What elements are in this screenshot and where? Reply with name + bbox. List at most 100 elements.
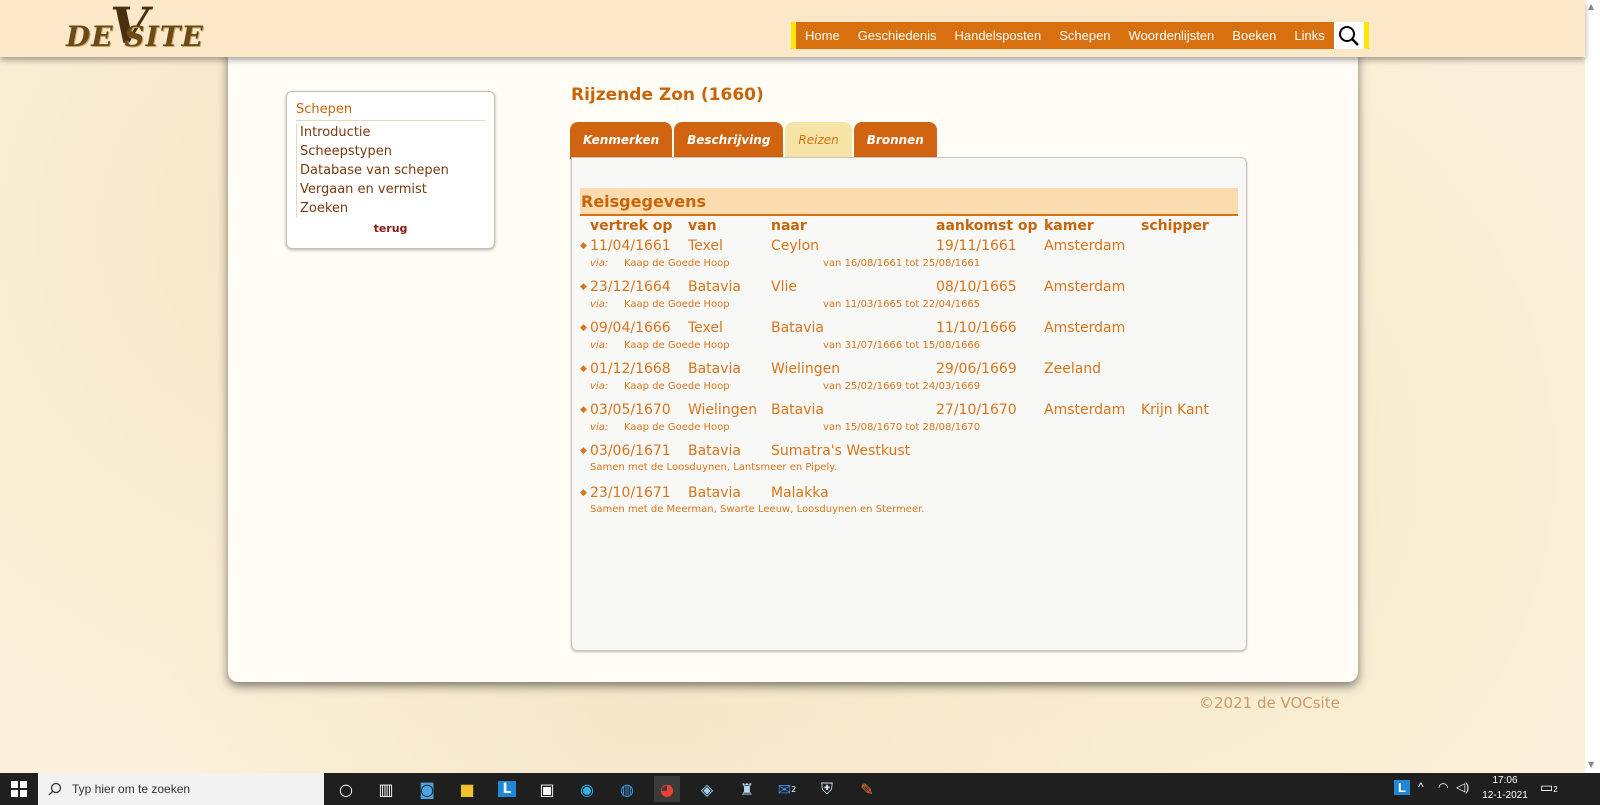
voyages-panel: Reisgegevens vertrek op van naar aankoms…	[571, 157, 1247, 651]
taskbar-search[interactable]: Typ hier om te zoeken	[38, 773, 324, 805]
sidebar-item-database[interactable]: Database van schepen	[300, 161, 485, 180]
vertical-scrollbar[interactable]: ▲ ▼	[1585, 0, 1600, 773]
file-explorer-icon[interactable]: ■	[454, 776, 480, 802]
scroll-up-icon[interactable]: ▲	[1588, 2, 1594, 11]
notification-icon[interactable]: ▭2	[1540, 779, 1558, 796]
sidebar-list: Introductie Scheepstypen Database van sc…	[296, 123, 485, 218]
scroll-down-icon[interactable]: ▼	[1588, 760, 1594, 769]
taskbar-search-placeholder: Typ hier om te zoeken	[72, 782, 191, 796]
col-schipper: schipper	[1141, 218, 1209, 234]
app3-icon[interactable]: ♜	[734, 776, 760, 802]
via-label: via:	[590, 381, 609, 392]
naar-cell: Ceylon	[771, 238, 820, 254]
logo-text: DE SITE	[66, 20, 204, 53]
camera-app-icon[interactable]: ◙	[414, 776, 440, 802]
tab-beschrijving[interactable]: Beschrijving	[674, 122, 784, 159]
vertrek-cell: 23/12/1664	[590, 279, 671, 295]
row-bullet-icon: ◆	[580, 323, 587, 333]
tab-kenmerken[interactable]: Kenmerken	[570, 122, 673, 159]
nav-woordenlijsten[interactable]: Woordenlijsten	[1120, 22, 1224, 49]
van-cell: Texel	[688, 320, 723, 336]
section-title: Reisgegevens	[580, 188, 1238, 216]
taskbar: Typ hier om te zoeken	[0, 773, 1600, 805]
tray-expand-icon[interactable]: ^	[1418, 780, 1424, 794]
via-place: Kaap de Goede Hoop	[624, 299, 730, 310]
aankomst-cell: 11/10/1666	[936, 320, 1017, 336]
back-link[interactable]: terug	[296, 222, 485, 235]
sidebar-item-scheepstypen[interactable]: Scheepstypen	[300, 142, 485, 161]
row-bullet-icon: ◆	[580, 446, 587, 456]
chrome-icon[interactable]: ◕	[654, 776, 680, 802]
sidebar: Schepen Introductie Scheepstypen Databas…	[286, 91, 495, 249]
nav-schepen[interactable]: Schepen	[1050, 22, 1119, 49]
naar-cell: Wielingen	[771, 361, 841, 377]
nav-boeken[interactable]: Boeken	[1223, 22, 1285, 49]
via-dates: van 11/03/1665 tot 22/04/1665	[823, 299, 981, 310]
edge-icon[interactable]: ◉	[574, 776, 600, 802]
row-bullet-icon: ◆	[580, 405, 587, 415]
sidebar-item-zoeken[interactable]: Zoeken	[300, 199, 485, 218]
store-icon[interactable]: ▣	[534, 776, 560, 802]
via-dates: van 15/08/1670 tot 28/08/1670	[823, 422, 981, 433]
kamer-cell: Amsterdam	[1044, 279, 1126, 295]
notification-badge: 2	[1553, 785, 1558, 794]
vertrek-cell: 03/05/1670	[590, 402, 671, 418]
vertrek-cell: 03/06/1671	[590, 443, 671, 459]
via-dates: van 31/07/1666 tot 15/08/1666	[823, 340, 981, 351]
via-label: via:	[590, 340, 609, 351]
row-bullet-icon: ◆	[580, 364, 587, 374]
wifi-icon[interactable]: ◠	[1438, 780, 1448, 794]
via-label: via:	[590, 258, 609, 269]
search-button[interactable]	[1333, 22, 1364, 49]
volume-icon[interactable]: ◁)	[1456, 780, 1469, 794]
vertrek-cell: 23/10/1671	[590, 485, 671, 501]
site-header: V DE SITE Home Geschiedenis Handelsposte…	[0, 0, 1585, 57]
main-nav: Home Geschiedenis Handelsposten Schepen …	[791, 22, 1369, 49]
l-tray-icon[interactable]: L	[1394, 780, 1410, 795]
van-cell: Batavia	[688, 279, 742, 295]
app2-icon[interactable]: ◈	[694, 776, 720, 802]
nav-geschiedenis[interactable]: Geschiedenis	[849, 22, 946, 49]
page-title: Rijzende Zon (1660)	[571, 85, 764, 105]
task-view-icon[interactable]: ▥	[373, 776, 399, 802]
search-icon	[48, 782, 62, 796]
vertrek-cell: 11/04/1661	[590, 238, 671, 254]
sidebar-item-introductie[interactable]: Introductie	[300, 123, 485, 142]
security-icon[interactable]: ⛨	[814, 776, 840, 802]
kamer-cell: Zeeland	[1044, 361, 1102, 377]
kamer-cell: Amsterdam	[1044, 402, 1126, 418]
naar-cell: Batavia	[771, 402, 825, 418]
site-logo[interactable]: V DE SITE	[62, 0, 212, 55]
app-icon[interactable]: ◍	[614, 776, 640, 802]
paint-icon[interactable]: ✎	[854, 776, 880, 802]
nav-links[interactable]: Links	[1285, 22, 1333, 49]
main-container: Schepen Introductie Scheepstypen Databas…	[228, 50, 1358, 712]
via-place: Kaap de Goede Hoop	[624, 258, 730, 269]
tab-reizen[interactable]: Reizen	[785, 122, 852, 159]
start-button[interactable]	[0, 773, 38, 805]
via-place: Kaap de Goede Hoop	[624, 340, 730, 351]
cortana-icon[interactable]: ○	[333, 776, 359, 802]
clock-time[interactable]: 17:06	[1480, 775, 1530, 786]
aankomst-cell: 08/10/1665	[936, 279, 1017, 295]
via-dates: van 25/02/1669 tot 24/03/1669	[823, 381, 981, 392]
windows-icon	[11, 781, 27, 797]
van-cell: Batavia	[688, 361, 742, 377]
sidebar-item-vergaan[interactable]: Vergaan en vermist	[300, 180, 485, 199]
nav-handelsposten[interactable]: Handelsposten	[945, 22, 1050, 49]
col-aankomst: aankomst op	[936, 218, 1038, 234]
van-cell: Wielingen	[688, 402, 758, 418]
via-label: via:	[590, 299, 609, 310]
col-vertrek: vertrek op	[590, 218, 673, 234]
van-cell: Batavia	[688, 485, 742, 501]
sidebar-title: Schepen	[296, 102, 485, 121]
van-cell: Batavia	[688, 443, 742, 459]
aankomst-cell: 29/06/1669	[936, 361, 1017, 377]
clock-date[interactable]: 12-1-2021	[1480, 790, 1530, 801]
l-app-icon[interactable]: L	[494, 776, 520, 802]
tab-bar: Kenmerken Beschrijving Reizen Bronnen	[570, 122, 937, 159]
tab-bronnen[interactable]: Bronnen	[853, 122, 937, 159]
nav-home[interactable]: Home	[796, 22, 849, 49]
mail-icon[interactable]: ✉ 2	[774, 776, 800, 802]
via-place: Kaap de Goede Hoop	[624, 422, 730, 433]
